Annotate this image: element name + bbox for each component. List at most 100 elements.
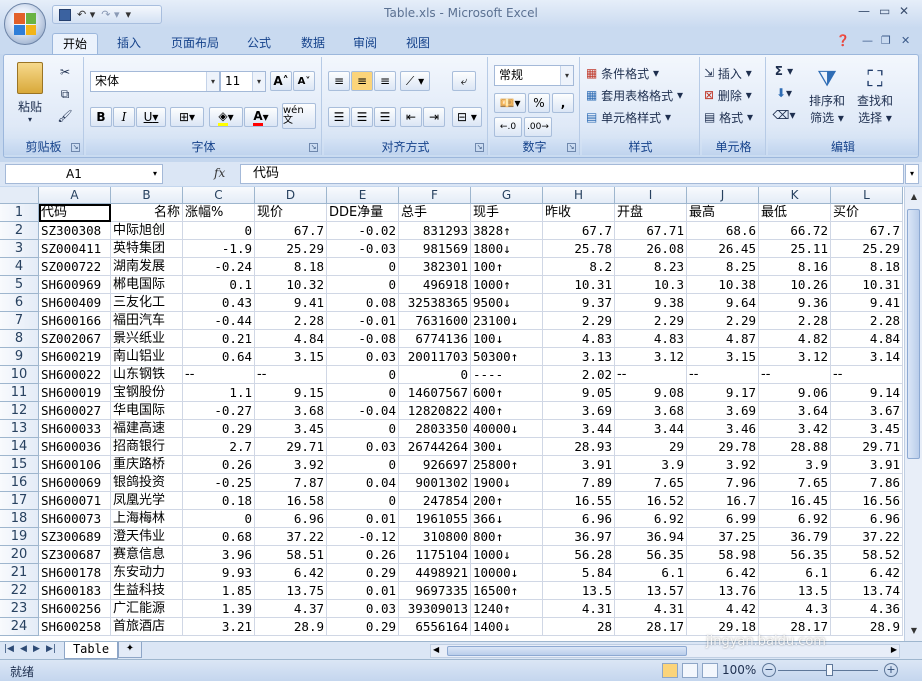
table-cell[interactable]: 10.31	[543, 276, 615, 294]
table-cell[interactable]: 7.65	[759, 474, 831, 492]
table-cell[interactable]: 13.57	[615, 582, 687, 600]
table-cell[interactable]: 1.39	[183, 600, 255, 618]
help-icon[interactable]: ❓	[836, 34, 850, 47]
table-cell[interactable]: 景兴纸业	[111, 330, 183, 348]
column-header-e[interactable]: E	[327, 187, 399, 204]
row-header[interactable]: 1	[0, 204, 39, 222]
table-cell[interactable]: 3.12	[615, 348, 687, 366]
italic-button[interactable]: I	[113, 107, 135, 127]
table-cell[interactable]: 2.29	[615, 312, 687, 330]
table-cell[interactable]: 8.16	[759, 258, 831, 276]
page-break-view-icon[interactable]	[702, 663, 718, 678]
table-cell[interactable]: 16.55	[543, 492, 615, 510]
table-cell[interactable]: 1240↑	[471, 600, 543, 618]
table-cell[interactable]: 1.85	[183, 582, 255, 600]
row-header[interactable]: 6	[0, 294, 39, 312]
formula-input[interactable]: 代码	[240, 164, 904, 184]
bold-button[interactable]: B	[90, 107, 112, 127]
table-cell[interactable]: SH600073	[39, 510, 111, 528]
table-cell[interactable]: SH600022	[39, 366, 111, 384]
table-cell[interactable]: 26.08	[615, 240, 687, 258]
close-icon[interactable]: ✕	[899, 4, 909, 18]
table-cell[interactable]: 37.22	[831, 528, 903, 546]
header-cell[interactable]: 现价	[255, 204, 327, 222]
table-cell[interactable]: SZ300689	[39, 528, 111, 546]
maximize-icon[interactable]: ▭	[879, 4, 890, 18]
table-cell[interactable]: 8.2	[543, 258, 615, 276]
table-cell[interactable]: 1961055	[399, 510, 471, 528]
table-cell[interactable]: 0	[183, 510, 255, 528]
table-cell[interactable]: 2.28	[831, 312, 903, 330]
clipboard-launcher-icon[interactable]: ↘	[71, 143, 80, 152]
row-header[interactable]: 12	[0, 402, 39, 420]
row-header[interactable]: 17	[0, 492, 39, 510]
percent-button[interactable]: %	[528, 93, 550, 113]
scroll-down-icon[interactable]: ▼	[906, 623, 922, 639]
row-header[interactable]: 24	[0, 618, 39, 636]
table-cell[interactable]: 2803350	[399, 420, 471, 438]
table-cell[interactable]: 831293	[399, 222, 471, 240]
column-header-g[interactable]: G	[471, 187, 543, 204]
table-cell[interactable]: 9.64	[687, 294, 759, 312]
table-cell[interactable]: 南山铝业	[111, 348, 183, 366]
table-cell[interactable]: 0.18	[183, 492, 255, 510]
table-cell[interactable]: 36.94	[615, 528, 687, 546]
table-cell[interactable]: SH600069	[39, 474, 111, 492]
table-cell[interactable]: 0.08	[327, 294, 399, 312]
table-cell[interactable]: 66.72	[759, 222, 831, 240]
workbook-restore-icon[interactable]: ❐	[881, 34, 891, 47]
zoom-in-icon[interactable]: +	[884, 663, 898, 677]
table-cell[interactable]: 20011703	[399, 348, 471, 366]
table-cell[interactable]: 澄天伟业	[111, 528, 183, 546]
shrink-font-button[interactable]: A ˅	[293, 71, 315, 91]
row-header[interactable]: 23	[0, 600, 39, 618]
table-cell[interactable]: 29.71	[255, 438, 327, 456]
horizontal-scrollbar[interactable]: ◀ ▶	[430, 644, 900, 658]
table-cell[interactable]: 4.82	[759, 330, 831, 348]
column-header-h[interactable]: H	[543, 187, 615, 204]
table-cell[interactable]: 7631600	[399, 312, 471, 330]
table-cell[interactable]: 4.37	[255, 600, 327, 618]
table-cell[interactable]: 3.67	[831, 402, 903, 420]
table-cell[interactable]: 7.65	[615, 474, 687, 492]
table-cell[interactable]: 2.29	[687, 312, 759, 330]
table-cell[interactable]: 7.87	[255, 474, 327, 492]
table-cell[interactable]: SH600033	[39, 420, 111, 438]
table-cell[interactable]: 6.92	[759, 510, 831, 528]
table-cell[interactable]: 600↑	[471, 384, 543, 402]
insert-function-button[interactable]: fx	[214, 166, 225, 180]
table-cell[interactable]: 1000↓	[471, 546, 543, 564]
table-cell[interactable]: 382301	[399, 258, 471, 276]
table-cell[interactable]: 25.29	[831, 240, 903, 258]
name-box[interactable]: A1 ▾	[5, 164, 163, 184]
table-cell[interactable]: 6.1	[759, 564, 831, 582]
table-cell[interactable]: 凤凰光学	[111, 492, 183, 510]
table-cell[interactable]: SH600071	[39, 492, 111, 510]
table-cell[interactable]: 7.86	[831, 474, 903, 492]
table-cell[interactable]: -0.12	[327, 528, 399, 546]
table-cell[interactable]: 0.03	[327, 438, 399, 456]
column-header-k[interactable]: K	[759, 187, 831, 204]
table-cell[interactable]: 东安动力	[111, 564, 183, 582]
table-cell[interactable]: 16.56	[831, 492, 903, 510]
table-cell[interactable]: 0	[399, 366, 471, 384]
table-cell[interactable]: 0	[327, 276, 399, 294]
table-cell[interactable]: 福田汽车	[111, 312, 183, 330]
table-cell[interactable]: 40000↓	[471, 420, 543, 438]
table-cell[interactable]: 4.31	[615, 600, 687, 618]
table-cell[interactable]: 300↓	[471, 438, 543, 456]
worksheet-grid[interactable]: A B C D E F G H I J K L 1 代码 名称 涨幅% 现价 DDE净量 总手 现手 昨收 开盘 最高 最低买…	[0, 187, 904, 641]
orientation-button[interactable]: ⟋ ▾	[400, 71, 430, 91]
table-cell[interactable]: 3.69	[543, 402, 615, 420]
table-cell[interactable]: SH600183	[39, 582, 111, 600]
table-cell[interactable]: 0.68	[183, 528, 255, 546]
insert-sheet-icon[interactable]: ✦	[118, 642, 142, 658]
table-cell[interactable]: 13.76	[687, 582, 759, 600]
format-cells-button[interactable]: ▤ 格式 ▾	[704, 107, 764, 127]
table-cell[interactable]: 3828↑	[471, 222, 543, 240]
table-cell[interactable]: SH600409	[39, 294, 111, 312]
table-cell[interactable]: -0.08	[327, 330, 399, 348]
table-cell[interactable]: 12820822	[399, 402, 471, 420]
table-cell[interactable]: 9.38	[615, 294, 687, 312]
tab-home[interactable]: 开始	[52, 33, 98, 54]
